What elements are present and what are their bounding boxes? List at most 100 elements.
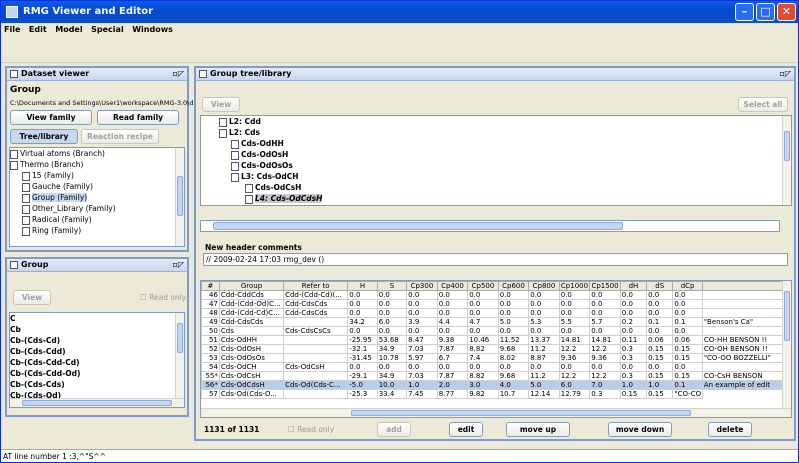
table-cell[interactable]: 47: [201, 299, 220, 309]
table-cell[interactable]: 0.0: [406, 326, 438, 336]
table-cell[interactable]: 0.06: [646, 335, 674, 345]
table-cell[interactable]: 5.7: [589, 317, 621, 327]
table-cell[interactable]: "CO-CO H BENSON: [672, 389, 703, 399]
table-cell[interactable]: 0.0: [467, 362, 499, 372]
column-header[interactable]: Group: [218, 281, 285, 291]
table-cell[interactable]: Cds-OdOsOs: [218, 353, 285, 363]
column-header[interactable]: Cp300: [406, 281, 438, 291]
table-cell[interactable]: 0.0: [646, 308, 674, 318]
table-cell[interactable]: Cds: [218, 326, 285, 336]
table-cell[interactable]: 0.0: [436, 308, 469, 318]
table-cell[interactable]: 53.68: [376, 335, 408, 345]
table-cell[interactable]: 9.68: [497, 371, 530, 381]
table-cell[interactable]: Cds-CdsCsCs: [283, 326, 349, 336]
table-cell[interactable]: 0.0: [558, 290, 591, 300]
table-cell[interactable]: 0.0: [347, 290, 378, 300]
table-cell[interactable]: 14.81: [589, 335, 621, 345]
tree-node[interactable]: Cds-OdOsOs: [201, 160, 791, 171]
table-cell[interactable]: [283, 389, 349, 399]
table-cell[interactable]: 0.11: [619, 335, 648, 345]
tree-horizontal-scrollbar[interactable]: [200, 220, 780, 232]
group-header[interactable]: Group ▫◸: [7, 259, 187, 272]
read-family-button[interactable]: Read family: [97, 110, 179, 125]
table-cell[interactable]: 55*: [201, 371, 220, 381]
list-item[interactable]: Cb-(Cds-Cdd): [10, 346, 184, 357]
tree-library-button[interactable]: Tree/library: [10, 129, 78, 144]
table-cell[interactable]: 7.0: [589, 380, 621, 390]
table-cell[interactable]: 0.0: [528, 299, 560, 309]
vertical-scrollbar[interactable]: [782, 281, 791, 417]
table-cell[interactable]: 0.0: [528, 326, 560, 336]
table-cell[interactable]: 5.5: [558, 317, 591, 327]
group-tree-header[interactable]: Group tree/library ▫◸: [196, 68, 794, 81]
table-row[interactable]: 49 Cdd-CdsCds 34.2 6.0 3.9 4.4 4.7 5.0 5.3 5.5 5.7…: [201, 317, 785, 327]
table-cell[interactable]: [283, 317, 349, 327]
table-cell[interactable]: 0.15: [672, 371, 703, 381]
table-cell[interactable]: CO-HH BENSON !!: [701, 335, 785, 345]
table-cell[interactable]: 9.82: [467, 389, 499, 399]
table-cell[interactable]: 7.03: [406, 371, 438, 381]
table-row[interactable]: 52 Cds-OdOsH -32.1 34.9 7.03 7.87 8.82 9.68 11.2…: [201, 344, 785, 354]
table-cell[interactable]: 0.0: [672, 308, 703, 318]
tree-item[interactable]: 15 (Family): [10, 170, 184, 181]
table-cell[interactable]: 0.0: [672, 326, 703, 336]
table-cell[interactable]: 2.0: [436, 380, 469, 390]
table-cell[interactable]: 10.0: [376, 380, 408, 390]
maximize-frame-icon[interactable]: ▫◸: [172, 68, 184, 80]
table-cell[interactable]: Cdd-CddCds: [218, 290, 285, 300]
edit-button[interactable]: edit: [449, 422, 483, 437]
list-item[interactable]: Cb-(Cds-Cd): [10, 335, 184, 346]
table-cell[interactable]: 0.0: [436, 299, 469, 309]
table-cell[interactable]: 0.15: [619, 389, 648, 399]
table-cell[interactable]: 1.0: [646, 380, 674, 390]
horizontal-scrollbar[interactable]: [10, 398, 184, 407]
table-cell[interactable]: 0.0: [528, 308, 560, 318]
title-bar[interactable]: RMG Viewer and Editor – □ ✕: [1, 1, 798, 23]
table-cell[interactable]: 1.0: [619, 380, 648, 390]
table-cell[interactable]: "Benson's Ca": [701, 317, 785, 327]
column-header[interactable]: Cp800: [528, 281, 560, 291]
table-cell[interactable]: 11.2: [528, 371, 560, 381]
list-item[interactable]: C: [10, 313, 184, 324]
table-cell[interactable]: 0.0: [347, 326, 378, 336]
table-cell[interactable]: 0.0: [376, 326, 408, 336]
table-cell[interactable]: [701, 308, 785, 318]
table-cell[interactable]: Cds-OdCdsH: [218, 380, 285, 390]
table-cell[interactable]: 56*: [201, 380, 220, 390]
table-cell[interactable]: 14.81: [558, 335, 591, 345]
table-cell[interactable]: 53: [201, 353, 220, 363]
tree-item[interactable]: Other_Library (Family): [10, 203, 184, 214]
table-cell[interactable]: 8.47: [406, 335, 438, 345]
table-cell[interactable]: 8.82: [467, 371, 499, 381]
table-cell[interactable]: 0.0: [619, 290, 648, 300]
column-header[interactable]: dS: [646, 281, 674, 291]
table-cell[interactable]: Cdd-(Cdd-Cd)(...: [283, 290, 349, 300]
maximize-frame-icon[interactable]: ▫◸: [172, 259, 184, 271]
table-cell[interactable]: -32.1: [347, 344, 378, 354]
tree-node[interactable]: Cds-OdCsH: [201, 182, 791, 193]
table-cell[interactable]: 0.3: [619, 371, 648, 381]
table-cell[interactable]: 8.77: [436, 389, 469, 399]
table-cell[interactable]: 1.0: [406, 380, 438, 390]
table-cell[interactable]: 0.0: [558, 362, 591, 372]
table-cell[interactable]: 0.1: [672, 317, 703, 327]
list-item[interactable]: Cb-(Cds-Cds): [10, 379, 184, 390]
table-cell[interactable]: 0.3: [619, 344, 648, 354]
table-row[interactable]: 51 Cds-OdHH -25.95 53.68 8.47 9.38 10.46 11.52 1…: [201, 335, 785, 345]
table-cell[interactable]: 0.0: [436, 326, 469, 336]
table-cell[interactable]: 33.4: [376, 389, 408, 399]
table-cell[interactable]: Cdd-(Cdd-Cd)C...: [218, 308, 285, 318]
maximize-frame-icon[interactable]: ▫◸: [779, 68, 791, 80]
table-cell[interactable]: 4.0: [497, 380, 530, 390]
read-only-checkbox[interactable]: ☐ Read only: [140, 293, 186, 302]
table-cell[interactable]: An example of edit: [701, 380, 785, 390]
table-cell[interactable]: 12.2: [558, 371, 591, 381]
table-cell[interactable]: 0.0: [347, 362, 378, 372]
table-cell[interactable]: 0.0: [672, 290, 703, 300]
table-cell[interactable]: [701, 326, 785, 336]
table-cell[interactable]: 0.0: [467, 326, 499, 336]
table-cell[interactable]: 48: [201, 308, 220, 318]
table-cell[interactable]: 0.0: [376, 308, 408, 318]
table-cell[interactable]: -25.3: [347, 389, 378, 399]
table-cell[interactable]: Cds-OdHH: [218, 335, 285, 345]
